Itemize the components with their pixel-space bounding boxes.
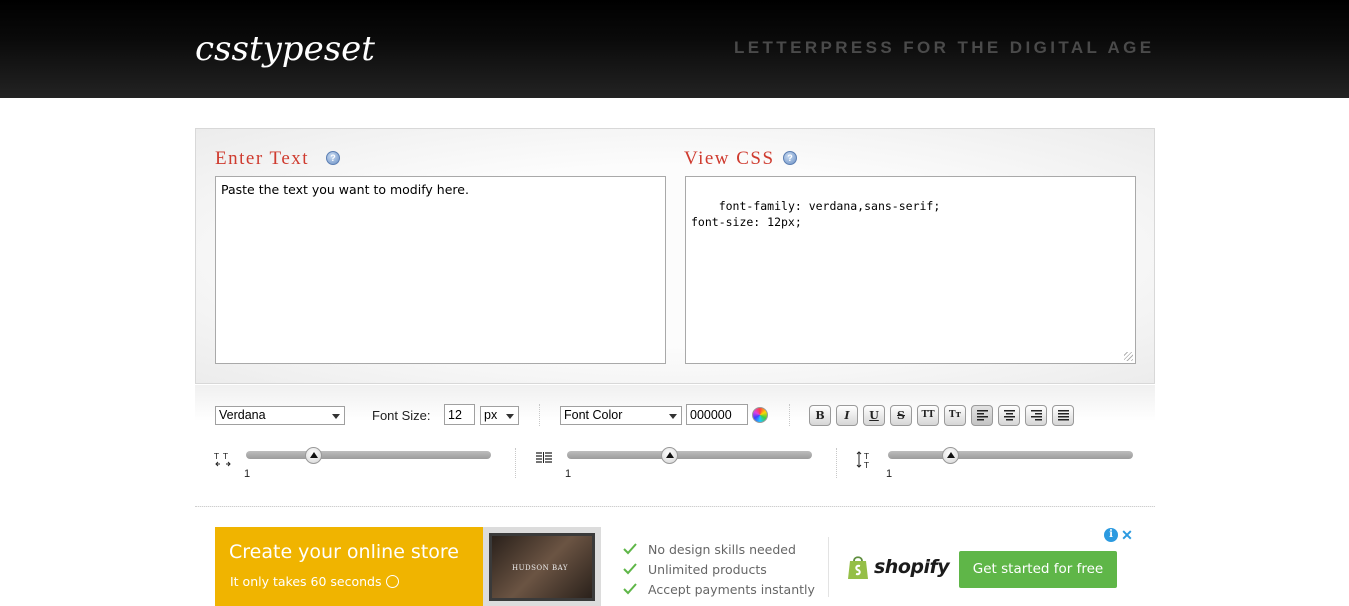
font-color-select-label: Font Color	[564, 408, 623, 422]
font-size-label: Font Size:	[372, 408, 431, 423]
strikethrough-button[interactable]: S	[890, 405, 912, 426]
chevron-down-icon	[332, 414, 340, 419]
css-output-area[interactable]: font-family: verdana,sans-serif; font-si…	[685, 176, 1136, 364]
check-icon	[623, 563, 637, 575]
small-caps-button[interactable]: Tт	[944, 405, 966, 426]
font-size-input[interactable]: 12	[444, 404, 475, 425]
enter-text-help-icon[interactable]: ?	[326, 151, 340, 165]
css-output-text: font-family: verdana,sans-serif; font-si…	[691, 199, 941, 229]
align-right-button[interactable]	[1025, 405, 1047, 426]
align-right-icon	[1031, 410, 1042, 421]
svg-text:T: T	[222, 452, 228, 461]
view-css-title: View CSS	[684, 148, 775, 169]
line-height-icon	[536, 452, 552, 463]
ad-headline-box[interactable]: Create your online store It only takes 6…	[215, 527, 483, 606]
check-icon	[623, 583, 637, 595]
italic-button[interactable]: I	[836, 405, 858, 426]
underline-label: U	[869, 409, 879, 422]
font-color-select[interactable]: Font Color	[560, 406, 682, 425]
align-justify-icon	[1058, 410, 1069, 421]
align-left-icon	[977, 410, 988, 421]
ad-screen: HUDSON BAY	[489, 533, 595, 601]
underline-button[interactable]: U	[863, 405, 885, 426]
italic-label: I	[844, 409, 850, 422]
editor-panel: Enter Text ? View CSS ? Paste the text y…	[195, 128, 1155, 384]
color-picker-icon[interactable]	[752, 407, 768, 423]
word-spacing-slider[interactable]	[888, 451, 1133, 459]
font-family-value: Verdana	[219, 408, 266, 422]
letter-spacing-slider-handle[interactable]	[305, 447, 322, 464]
bold-label: B	[815, 409, 825, 422]
logo-text: csstypeset	[195, 32, 375, 69]
check-icon	[623, 543, 637, 555]
align-left-button[interactable]	[971, 405, 993, 426]
text-input-area[interactable]: Paste the text you want to modify here.	[215, 176, 666, 364]
toolbar-divider	[836, 448, 837, 478]
font-size-unit-select[interactable]: px	[480, 406, 519, 425]
ad-subtitle: It only takes 60 seconds	[230, 574, 400, 589]
align-center-icon	[1004, 410, 1015, 421]
toolbar-divider	[515, 448, 516, 478]
ad-info-icon[interactable]: i	[1104, 528, 1118, 542]
shopify-ad-banner[interactable]: Create your online store It only takes 6…	[215, 527, 1136, 606]
chevron-down-icon	[669, 414, 677, 419]
uppercase-button[interactable]: TT	[917, 405, 939, 426]
ad-divider	[828, 537, 829, 597]
view-css-help-icon[interactable]: ?	[783, 151, 797, 165]
svg-text:T: T	[863, 461, 869, 469]
site-header: csstypeset LETTERPRESS FOR THE DIGITAL A…	[0, 0, 1349, 98]
small-caps-label: Tт	[948, 410, 962, 420]
ad-subtitle-text: It only takes 60 seconds	[230, 574, 382, 589]
font-family-select[interactable]: Verdana	[215, 406, 345, 425]
font-color-input[interactable]: 000000	[686, 404, 748, 425]
uppercase-label: TT	[921, 410, 935, 420]
ad-close-icon[interactable]: ✕	[1120, 528, 1134, 542]
enter-text-title: Enter Text	[215, 148, 310, 169]
chevron-down-icon	[506, 414, 514, 419]
line-height-slider[interactable]	[567, 451, 812, 459]
align-justify-button[interactable]	[1052, 405, 1074, 426]
letter-spacing-slider[interactable]	[246, 451, 491, 459]
ad-feature-3: Accept payments instantly	[648, 582, 815, 597]
ad-laptop-image[interactable]: HUDSON BAY	[483, 527, 601, 606]
shopify-bag-icon	[848, 556, 868, 579]
toolbar-divider	[789, 404, 790, 426]
font-size-unit-value: px	[484, 408, 498, 422]
svg-text:T: T	[214, 452, 219, 461]
align-center-button[interactable]	[998, 405, 1020, 426]
word-spacing-icon: T T	[856, 451, 869, 469]
clock-icon	[386, 575, 400, 588]
ad-screen-text: HUDSON BAY	[512, 564, 569, 572]
letter-spacing-value: 1	[244, 468, 251, 480]
tagline: LETTERPRESS FOR THE DIGITAL AGE	[734, 38, 1155, 57]
ad-feature-1: No design skills needed	[648, 542, 796, 557]
bold-button[interactable]: B	[809, 405, 831, 426]
word-spacing-slider-handle[interactable]	[942, 447, 959, 464]
ad-title: Create your online store	[229, 541, 459, 563]
typography-toolbar: Verdana Font Size: 12 px Font Color 0000…	[195, 385, 1155, 507]
line-height-value: 1	[565, 468, 572, 480]
ad-feature-2: Unlimited products	[648, 562, 767, 577]
shopify-logo-text: shopify	[874, 556, 950, 578]
letter-spacing-icon: T T	[214, 452, 231, 467]
toolbar-divider	[539, 404, 540, 426]
logo-wordmark: csstypeset	[195, 32, 375, 69]
ad-cta-button[interactable]: Get started for free	[959, 551, 1117, 588]
strikethrough-label: S	[897, 409, 905, 422]
word-spacing-value: 1	[886, 468, 893, 480]
resize-grip-icon[interactable]	[1124, 352, 1133, 361]
line-height-slider-handle[interactable]	[661, 447, 678, 464]
svg-text:T: T	[863, 452, 869, 461]
